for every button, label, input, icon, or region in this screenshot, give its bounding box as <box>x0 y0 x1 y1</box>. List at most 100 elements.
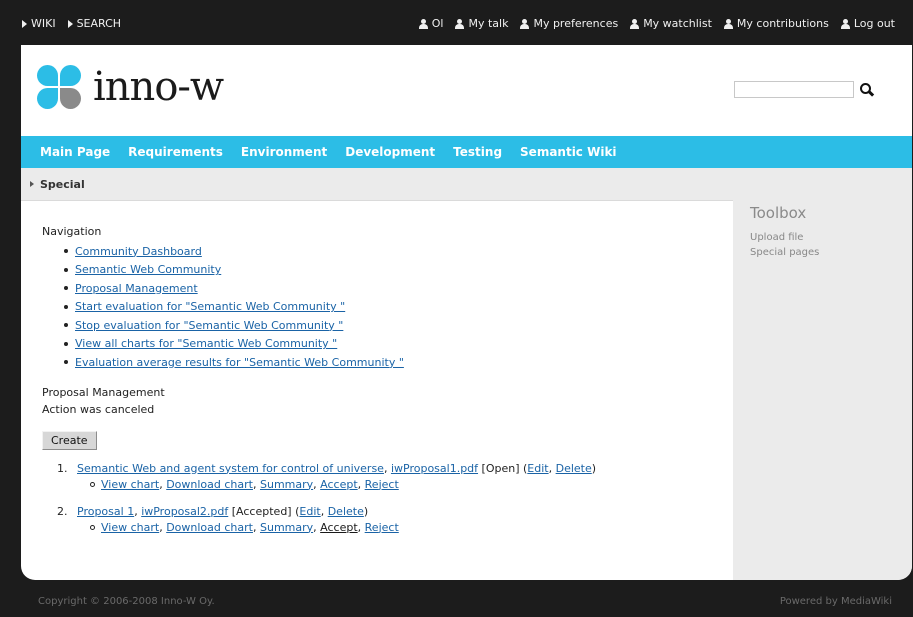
accept-link[interactable]: Accept <box>320 478 358 491</box>
reject-link[interactable]: Reject <box>365 478 399 491</box>
bullet-icon <box>64 341 68 346</box>
summary-link[interactable]: Summary <box>260 521 313 534</box>
stop-evaluation-link[interactable]: Stop evaluation for "Semantic Web Commun… <box>75 319 343 332</box>
search-icon[interactable] <box>860 82 874 97</box>
create-button[interactable]: Create <box>42 430 97 450</box>
toolbox-title: Toolbox <box>750 204 807 222</box>
edit-link[interactable]: Edit <box>527 462 548 475</box>
proposal-actions: View chart, Download chart, Summary, Acc… <box>90 478 722 491</box>
upload-file-link[interactable]: Upload file <box>750 232 819 243</box>
site-logo[interactable]: inno-w <box>37 64 224 110</box>
circle-bullet-icon <box>90 524 95 530</box>
proposal-title-link[interactable]: Semantic Web and agent system for contro… <box>77 462 384 475</box>
user-page-link[interactable]: Ol <box>418 17 443 30</box>
bullet-icon <box>64 286 68 291</box>
accept-link[interactable]: Accept <box>320 521 358 534</box>
bullet-icon <box>64 267 68 272</box>
reject-link[interactable]: Reject <box>365 521 399 534</box>
proposal-state: [Accepted] <box>231 504 292 518</box>
user-icon <box>630 18 640 29</box>
view-chart-link[interactable]: View chart <box>101 478 159 491</box>
community-dashboard-link[interactable]: Community Dashboard <box>75 245 202 258</box>
nav-development[interactable]: Development <box>345 145 435 159</box>
list-item: Community Dashboard <box>64 242 722 261</box>
list-item: Evaluation average results for "Semantic… <box>64 353 722 372</box>
top-bar: WIKI SEARCH Ol My talk My preferences My… <box>0 0 913 45</box>
user-links: Ol My talk My preferences My watchlist M… <box>418 17 895 30</box>
top-bar-left: WIKI SEARCH <box>22 17 121 30</box>
footer: Copyright © 2006-2008 Inno-W Oy. Powered… <box>0 596 913 614</box>
list-item: Stop evaluation for "Semantic Web Commun… <box>64 316 722 335</box>
navigation-heading: Navigation <box>42 225 102 238</box>
delete-link[interactable]: Delete <box>556 462 592 475</box>
bullet-icon <box>64 304 68 309</box>
my-talk-link[interactable]: My talk <box>455 17 508 30</box>
my-contributions-link[interactable]: My contributions <box>723 17 829 30</box>
triangle-right-icon <box>22 19 27 28</box>
evaluation-average-results-link[interactable]: Evaluation average results for "Semantic… <box>75 356 404 369</box>
site-header: inno-w <box>21 45 912 136</box>
page-content: Navigation Community Dashboard Semantic … <box>42 225 722 548</box>
proposal-file-link[interactable]: iwProposal2.pdf <box>141 505 228 518</box>
bullet-icon <box>64 323 68 328</box>
bullet-icon <box>64 249 68 254</box>
delete-link[interactable]: Delete <box>328 505 364 518</box>
clover-logo-icon <box>37 65 81 109</box>
proposal-actions: View chart, Download chart, Summary, Acc… <box>90 521 722 534</box>
user-icon <box>418 18 428 29</box>
nav-semantic-wiki[interactable]: Semantic Wiki <box>520 145 617 159</box>
proposal-item: 2. Proposal 1, iwProposal2.pdf [Accepted… <box>57 505 722 534</box>
proposal-item: 1. Semantic Web and agent system for con… <box>57 462 722 491</box>
nav-environment[interactable]: Environment <box>241 145 327 159</box>
download-chart-link[interactable]: Download chart <box>166 478 253 491</box>
toolbox-sidebar: Toolbox Upload file Special pages <box>733 168 912 580</box>
triangle-right-icon <box>30 181 34 187</box>
proposal-number: 2. <box>57 504 68 518</box>
view-all-charts-link[interactable]: View all charts for "Semantic Web Commun… <box>75 337 337 350</box>
search-input[interactable] <box>734 81 854 98</box>
proposal-title-link[interactable]: Proposal 1 <box>77 505 134 518</box>
powered-by-text: Powered by MediaWiki <box>779 596 892 607</box>
view-chart-link[interactable]: View chart <box>101 521 159 534</box>
edit-link[interactable]: Edit <box>299 505 320 518</box>
proposal-state: [Open] <box>481 461 520 475</box>
nav-requirements[interactable]: Requirements <box>128 145 223 159</box>
triangle-right-icon <box>67 19 73 28</box>
user-icon <box>723 18 733 29</box>
proposal-management-heading: Proposal Management <box>42 385 165 399</box>
proposal-list: 1. Semantic Web and agent system for con… <box>57 462 722 534</box>
special-pages-link[interactable]: Special pages <box>750 247 819 258</box>
logo-text: inno-w <box>93 64 224 110</box>
list-item: Proposal Management <box>64 279 722 298</box>
user-icon <box>840 18 850 29</box>
start-evaluation-link[interactable]: Start evaluation for "Semantic Web Commu… <box>75 300 345 313</box>
search-link[interactable]: SEARCH <box>67 17 121 30</box>
status-message: Action was canceled <box>42 402 155 416</box>
user-icon <box>520 18 530 29</box>
nav-testing[interactable]: Testing <box>453 145 502 159</box>
search-box <box>734 81 874 98</box>
wiki-link[interactable]: WIKI <box>22 17 56 30</box>
proposal-file-link[interactable]: iwProposal1.pdf <box>391 462 478 475</box>
breadcrumb: Special <box>21 168 733 201</box>
log-out-link[interactable]: Log out <box>840 17 895 30</box>
my-watchlist-link[interactable]: My watchlist <box>630 17 712 30</box>
my-preferences-link[interactable]: My preferences <box>520 17 618 30</box>
download-chart-link[interactable]: Download chart <box>166 521 253 534</box>
summary-link[interactable]: Summary <box>260 478 313 491</box>
toolbox-links: Upload file Special pages <box>750 232 819 258</box>
circle-bullet-icon <box>90 481 95 487</box>
semantic-web-community-link[interactable]: Semantic Web Community <box>75 263 221 276</box>
proposal-number: 1. <box>57 461 68 475</box>
list-item: Start evaluation for "Semantic Web Commu… <box>64 298 722 317</box>
list-item: Semantic Web Community <box>64 261 722 280</box>
user-icon <box>455 18 465 29</box>
nav-main-page[interactable]: Main Page <box>40 145 110 159</box>
bullet-icon <box>64 360 68 365</box>
main-nav: Main Page Requirements Environment Devel… <box>21 136 912 168</box>
proposal-management-link[interactable]: Proposal Management <box>75 282 198 295</box>
list-item: View all charts for "Semantic Web Commun… <box>64 335 722 354</box>
copyright-text: Copyright © 2006-2008 Inno-W Oy. <box>38 596 215 607</box>
navigation-list: Community Dashboard Semantic Web Communi… <box>64 242 722 372</box>
breadcrumb-special[interactable]: Special <box>40 178 85 191</box>
